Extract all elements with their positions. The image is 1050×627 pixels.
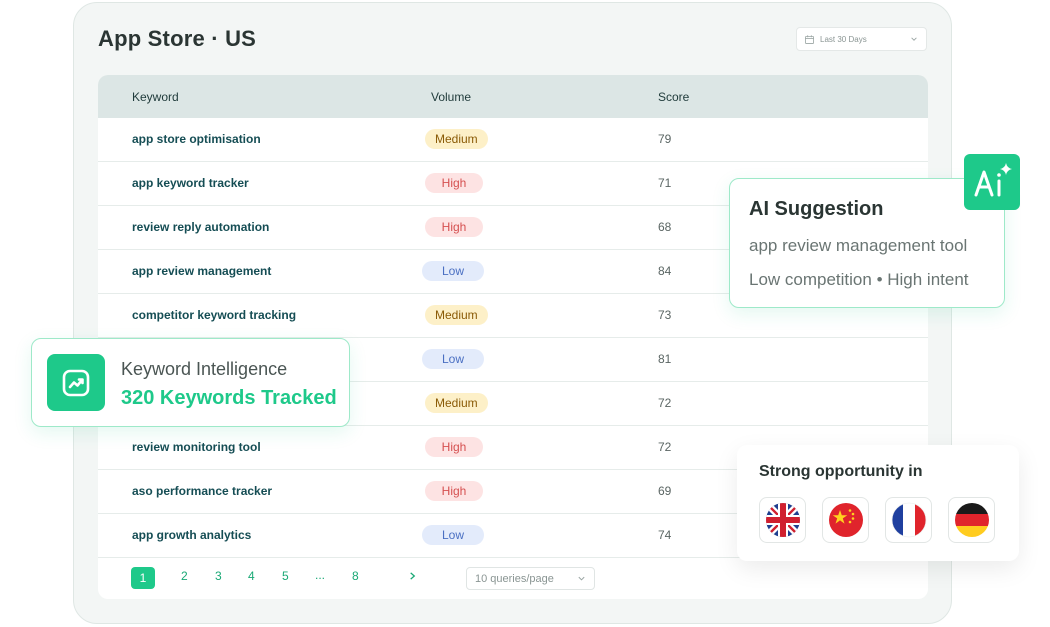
score-cell: 71 <box>658 176 672 190</box>
opportunity-card: Strong opportunity in <box>737 445 1019 561</box>
keyword-cell[interactable]: app growth analytics <box>132 528 251 542</box>
table-header: Keyword Volume Score <box>98 75 928 118</box>
volume-badge: Medium <box>425 393 488 413</box>
page-title: App Store · US <box>98 26 257 51</box>
score-cell: 74 <box>658 528 672 542</box>
chevron-down-icon <box>911 37 917 41</box>
ai-suggestion-detail: Low competition • High intent <box>749 270 969 289</box>
score-cell: 84 <box>658 264 672 278</box>
volume-badge: High <box>425 481 483 501</box>
page-4-button[interactable]: 4 <box>248 569 255 583</box>
volume-badge: Medium <box>425 129 488 149</box>
volume-badge: Low <box>422 525 484 545</box>
column-score[interactable]: Score <box>658 90 689 104</box>
queries-per-page-label: 10 queries/page <box>475 572 554 585</box>
volume-badge: High <box>425 437 483 457</box>
keyword-intelligence-card: Keyword Intelligence 320 Keywords Tracke… <box>31 338 350 427</box>
column-volume[interactable]: Volume <box>431 90 471 104</box>
volume-badge: Low <box>422 261 484 281</box>
score-cell: 68 <box>658 220 672 234</box>
date-range-label: Last 30 Days <box>820 34 867 44</box>
volume-badge: Medium <box>425 305 488 325</box>
queries-per-page-select[interactable]: 10 queries/page <box>466 567 595 590</box>
page-8-button[interactable]: 8 <box>352 569 359 583</box>
ai-suggestion-title: AI Suggestion <box>749 198 884 220</box>
ai-suggested-keyword: app review management tool <box>749 236 968 255</box>
score-cell: 69 <box>658 484 672 498</box>
score-cell: 72 <box>658 440 672 454</box>
trend-chart-icon <box>47 354 105 411</box>
keyword-cell[interactable]: app review management <box>132 264 271 278</box>
volume-badge: High <box>425 173 483 193</box>
calendar-icon <box>805 34 814 44</box>
page-5-button[interactable]: 5 <box>282 569 289 583</box>
china-flag-icon[interactable] <box>822 497 869 543</box>
score-cell: 81 <box>658 352 672 366</box>
keyword-cell[interactable]: review reply automation <box>132 220 269 234</box>
page-ellipsis: ... <box>315 568 326 582</box>
date-range-select[interactable]: Last 30 Days <box>796 27 927 51</box>
column-keyword[interactable]: Keyword <box>132 90 179 104</box>
opportunity-title: Strong opportunity in <box>759 463 923 480</box>
pagination: 1 2 3 4 5 ... 8 10 queries/page <box>98 558 928 599</box>
score-cell: 72 <box>658 396 672 410</box>
page-2-button[interactable]: 2 <box>181 569 188 583</box>
keyword-cell[interactable]: review monitoring tool <box>132 440 261 454</box>
keyword-cell[interactable]: aso performance tracker <box>132 484 272 498</box>
next-page-icon[interactable] <box>408 571 417 581</box>
keyword-intelligence-title: Keyword Intelligence <box>121 359 288 379</box>
keyword-cell[interactable]: app store optimisation <box>132 132 261 146</box>
uk-flag-icon[interactable] <box>759 497 806 543</box>
ai-sparkle-icon <box>964 154 1020 210</box>
page-3-button[interactable]: 3 <box>215 569 222 583</box>
volume-badge: High <box>425 217 483 237</box>
page-1-button[interactable]: 1 <box>131 567 155 589</box>
keyword-cell[interactable]: competitor keyword tracking <box>132 308 296 322</box>
germany-flag-icon[interactable] <box>948 497 995 543</box>
france-flag-icon[interactable] <box>885 497 932 543</box>
chevron-down-icon <box>578 576 585 581</box>
table-row[interactable]: app store optimisation Medium 79 <box>98 118 928 162</box>
volume-badge: Low <box>422 349 484 369</box>
score-cell: 79 <box>658 132 672 146</box>
keywords-tracked-count: 320 Keywords Tracked <box>121 387 337 409</box>
score-cell: 73 <box>658 308 672 322</box>
keyword-cell[interactable]: app keyword tracker <box>132 176 249 190</box>
